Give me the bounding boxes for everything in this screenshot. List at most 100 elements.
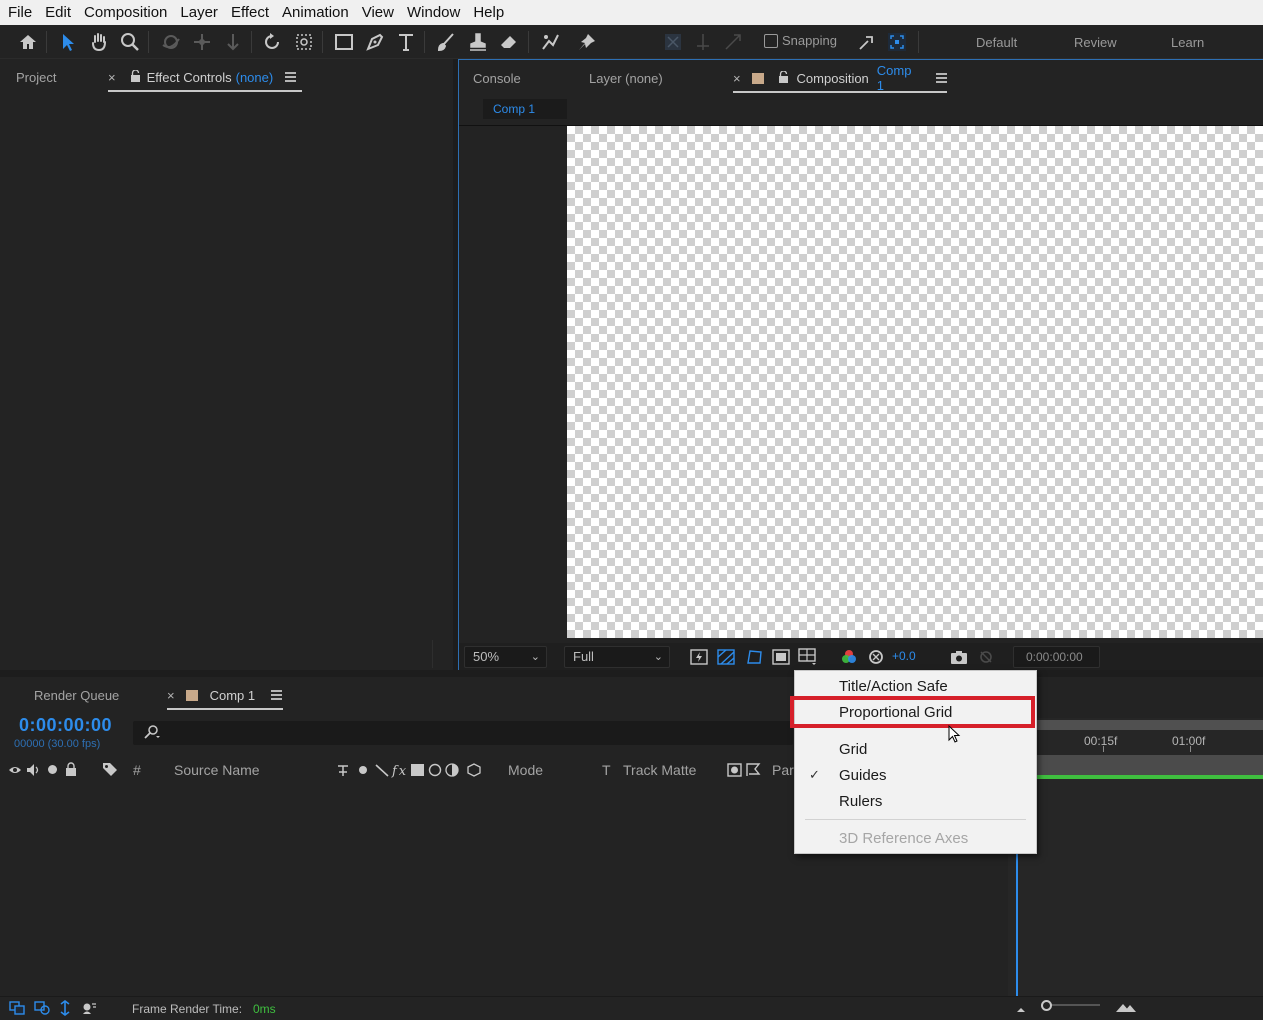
panel-menu-icon[interactable] (936, 73, 947, 83)
anchor-point-icon[interactable] (291, 29, 317, 55)
region-of-interest-icon[interactable] (771, 648, 791, 666)
transfer-controls-icon[interactable] (58, 1000, 72, 1019)
tab-layer[interactable]: Layer (none) (589, 60, 663, 96)
menu-edit[interactable]: Edit (39, 0, 77, 25)
hand-tool-icon[interactable] (86, 29, 112, 55)
zoom-dropdown[interactable]: 50% ⌄ (464, 646, 547, 668)
column-parent[interactable]: Par (772, 762, 794, 778)
snapshot-icon[interactable] (949, 648, 969, 666)
puppet-pin-icon[interactable] (574, 29, 600, 55)
show-snapshot-icon[interactable] (976, 648, 996, 666)
label-tag-icon[interactable] (102, 762, 118, 779)
search-icon (143, 724, 161, 743)
comp-breadcrumb[interactable]: Comp 1 (483, 99, 567, 119)
zoom-out-icon[interactable] (1015, 1003, 1027, 1018)
menu-item-grid[interactable]: Grid (839, 741, 867, 758)
snapping-label: Snapping (782, 33, 837, 48)
column-mode[interactable]: Mode (508, 762, 543, 778)
close-icon[interactable]: × (733, 71, 741, 86)
eraser-tool-icon[interactable] (496, 29, 522, 55)
ruler-label-1s: 01:00f (1172, 734, 1206, 748)
menu-item-title-action-safe[interactable]: Title/Action Safe (839, 678, 948, 695)
eye-icon[interactable] (8, 764, 22, 779)
color-channels-icon[interactable] (839, 648, 859, 666)
panel-divider (432, 640, 433, 668)
grid-guides-options-icon[interactable] (798, 648, 818, 666)
column-track-matte[interactable]: Track Matte (623, 762, 696, 778)
close-icon[interactable]: × (108, 70, 116, 85)
zoom-slider-handle[interactable] (1041, 1000, 1052, 1011)
panel-menu-icon[interactable] (271, 690, 283, 700)
distribute-icon[interactable] (690, 29, 716, 55)
home-icon[interactable] (15, 29, 41, 55)
effect-controls-target: (none) (235, 69, 274, 85)
menu-animation[interactable]: Animation (276, 0, 355, 25)
align-icon[interactable] (660, 29, 686, 55)
layer-switches-toggle-icon[interactable] (34, 1001, 50, 1018)
zoom-tool-icon[interactable] (117, 29, 143, 55)
tab-effect-controls[interactable]: × Effect Controls (none) (108, 59, 302, 95)
dolly-camera-icon[interactable] (220, 29, 246, 55)
menu-composition[interactable]: Composition (78, 0, 173, 25)
rotate-tool-icon[interactable] (259, 29, 285, 55)
workspace-review[interactable]: Review (1074, 35, 1117, 50)
viewer-timecode: 0:00:00:00 (1026, 650, 1083, 664)
checkmark-icon: ✓ (809, 767, 820, 782)
lock-icon[interactable] (130, 68, 141, 85)
workspace-default[interactable]: Default (976, 35, 1017, 50)
frame-render-time-label: Frame Render Time: (132, 1002, 243, 1016)
resolution-dropdown[interactable]: Full ⌄ (564, 646, 670, 668)
orbit-camera-icon[interactable] (158, 29, 184, 55)
solo-icon[interactable] (48, 765, 57, 774)
lock-icon[interactable] (778, 69, 789, 86)
tab-composition[interactable]: × Composition Comp 1 (733, 60, 947, 96)
menu-layer[interactable]: Layer (174, 0, 224, 25)
menu-effect[interactable]: Effect (225, 0, 275, 25)
snap-options-icon[interactable] (854, 29, 880, 55)
close-icon[interactable]: × (167, 688, 175, 703)
snapping-toggle[interactable]: Snapping (764, 33, 837, 48)
reset-exposure-icon[interactable] (866, 648, 886, 666)
motion-blur-icon[interactable] (81, 1001, 97, 1018)
type-tool-icon[interactable] (393, 29, 419, 55)
zoom-in-icon[interactable] (1114, 1000, 1138, 1017)
brush-tool-icon[interactable] (433, 29, 459, 55)
exposure-value[interactable]: +0.0 (892, 649, 916, 663)
lock-icon[interactable] (65, 762, 77, 779)
column-source-name[interactable]: Source Name (174, 762, 260, 778)
workspace-learn[interactable]: Learn (1171, 35, 1204, 50)
work-area-bar[interactable] (1036, 720, 1263, 730)
transparency-grid-icon[interactable] (716, 648, 736, 666)
menu-window[interactable]: Window (401, 0, 466, 25)
layer-switches-icons: fx (336, 762, 486, 781)
current-time[interactable]: 0:00:00:00 (19, 715, 112, 736)
chevron-down-icon: ⌄ (530, 651, 540, 663)
tab-console[interactable]: Console (473, 60, 521, 96)
menu-item-rulers[interactable]: Rulers (839, 793, 882, 810)
menu-file[interactable]: File (2, 0, 38, 25)
fast-previews-icon[interactable] (689, 648, 709, 666)
menu-help[interactable]: Help (467, 0, 510, 25)
tab-project[interactable]: Project (16, 59, 56, 95)
comp-flowchart-icon[interactable] (9, 1001, 25, 1018)
current-time-display[interactable]: 0:00:00:00 (1013, 646, 1100, 668)
audio-icon[interactable] (26, 763, 42, 780)
menu-item-guides[interactable]: Guides (839, 767, 887, 784)
tab-render-queue[interactable]: Render Queue (34, 677, 119, 713)
composition-canvas[interactable] (567, 126, 1263, 638)
layer-search-input[interactable] (133, 721, 793, 745)
pan-camera-icon[interactable] (189, 29, 215, 55)
snap-edges-icon[interactable] (720, 29, 746, 55)
pen-tool-icon[interactable] (362, 29, 388, 55)
rectangle-tool-icon[interactable] (331, 29, 357, 55)
roto-brush-icon[interactable] (537, 29, 563, 55)
resolution-value: Full (573, 649, 594, 664)
mask-visibility-icon[interactable] (744, 648, 764, 666)
selection-tool-icon[interactable] (55, 29, 81, 55)
clone-stamp-icon[interactable] (465, 29, 491, 55)
menu-view[interactable]: View (356, 0, 400, 25)
tab-timeline-comp[interactable]: × Comp 1 (167, 677, 283, 713)
panel-menu-icon[interactable] (285, 72, 297, 82)
snapping-checkbox[interactable] (764, 33, 778, 48)
snap-target-icon[interactable] (884, 29, 910, 55)
